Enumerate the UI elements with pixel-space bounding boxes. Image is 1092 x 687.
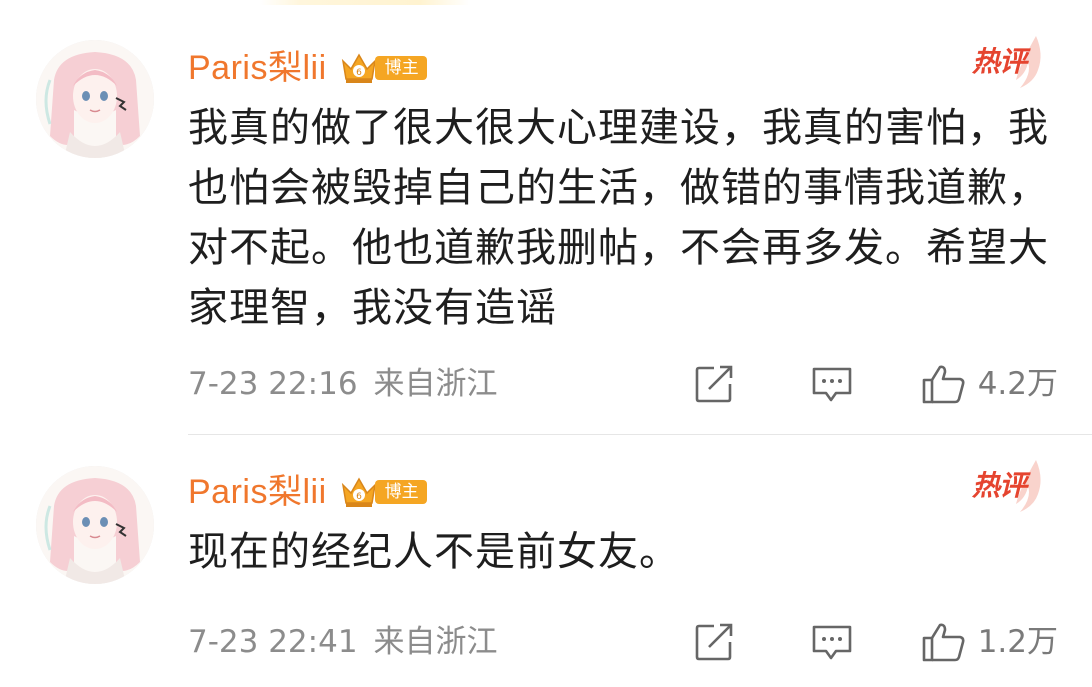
share-button[interactable] [694, 364, 736, 404]
username-link[interactable]: Paris梨lii [188, 470, 327, 514]
thumbs-up-icon [922, 623, 965, 662]
comment-actions: 4.2万 [694, 364, 1058, 404]
like-count: 4.2万 [977, 366, 1058, 402]
svg-text:6: 6 [356, 68, 362, 78]
comment-time: 7-23 22:16 [188, 366, 358, 402]
avatar-illustration [36, 466, 154, 584]
comment-time: 7-23 22:41 [188, 624, 358, 660]
username-row: Paris梨lii 6 博主 [188, 470, 427, 514]
blogger-badge-label: 博主 [374, 56, 427, 80]
comment-location: 来自浙江 [373, 366, 498, 402]
share-icon [695, 365, 732, 403]
reply-button[interactable] [810, 364, 854, 404]
comment-actions: 1.2万 [694, 622, 1058, 662]
hot-comment-badge: 热评 [968, 34, 1046, 90]
vip-badge: 6 博主 [339, 475, 427, 509]
comment-text: 我真的做了很大很大心理建设，我真的害怕，我也怕会被毁掉自己的生活，做错的事情我道… [188, 105, 1049, 331]
thumbs-up-icon [922, 365, 965, 404]
comment-divider [188, 434, 1092, 435]
vip-badge: 6 博主 [339, 51, 427, 85]
comment-list-page: Paris梨lii 6 博主 热评 我真的做了很大很大心理建设，我真的害怕，我也… [0, 0, 1092, 687]
like-button[interactable]: 4.2万 [920, 363, 1058, 405]
comment-meta: 7-23 22:41 来自浙江 1.2万 [188, 622, 1058, 662]
share-icon [695, 623, 732, 661]
comment-meta: 7-23 22:16 来自浙江 4.2万 [188, 364, 1058, 404]
comment-icon [812, 367, 851, 402]
comment-text: 现在的经纪人不是前女友。 [188, 529, 680, 575]
comment-icon [812, 625, 851, 660]
hot-comment-label: 热评 [972, 469, 1027, 502]
username-row: Paris梨lii 6 博主 [188, 46, 427, 90]
avatar[interactable] [36, 40, 154, 158]
crown-icon: 6 [341, 477, 376, 507]
reply-button[interactable] [810, 622, 854, 662]
like-count: 1.2万 [977, 624, 1058, 660]
top-edge [0, 0, 1092, 5]
username-link[interactable]: Paris梨lii [188, 46, 327, 90]
avatar-illustration [36, 40, 154, 158]
blogger-badge-label: 博主 [374, 480, 427, 504]
hot-comment-label: 热评 [972, 45, 1027, 78]
hot-comment-badge: 热评 [968, 458, 1046, 514]
avatar[interactable] [36, 466, 154, 584]
crown-icon: 6 [341, 53, 376, 83]
svg-text:6: 6 [356, 492, 362, 502]
comment-location: 来自浙江 [373, 624, 498, 660]
share-button[interactable] [694, 622, 736, 662]
like-button[interactable]: 1.2万 [920, 621, 1058, 663]
